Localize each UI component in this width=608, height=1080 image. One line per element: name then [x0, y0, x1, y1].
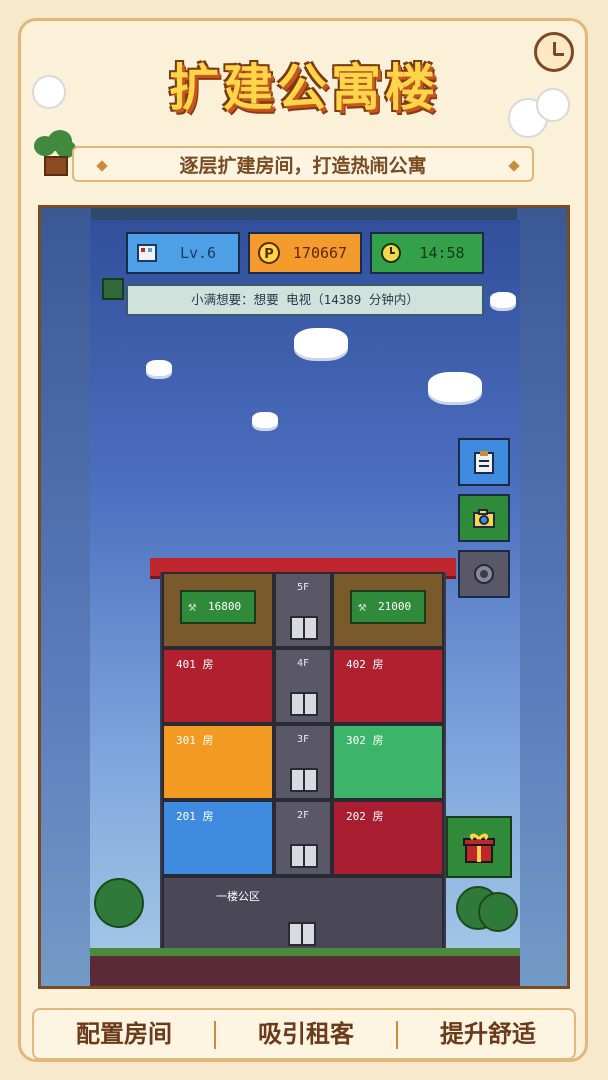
bubble-decoration: [536, 88, 570, 122]
cloud-decoration: [252, 412, 278, 428]
subtitle-banner: 逐层扩建房间，打造热闹公寓: [72, 146, 534, 182]
feature-bar: 配置房间 吸引租客 提升舒适: [32, 1008, 576, 1060]
construction-slot-right[interactable]: 21000: [332, 572, 444, 648]
room-label: 401 房: [176, 658, 214, 671]
gift-icon: [463, 833, 495, 863]
coin-icon: P: [258, 242, 280, 264]
ground: [90, 956, 520, 986]
feature-configure-rooms[interactable]: 配置房间: [34, 1010, 214, 1058]
room-301[interactable]: 301 房: [162, 724, 274, 800]
potted-plant-icon: [34, 130, 76, 178]
elevator-shaft: 5F: [274, 572, 332, 648]
room-202[interactable]: 202 房: [332, 800, 444, 876]
blurred-background: [517, 208, 567, 986]
room-label: 301 房: [176, 734, 214, 747]
room-label: 402 房: [346, 658, 384, 671]
clock-icon: [381, 243, 401, 263]
room-label: 201 房: [176, 810, 214, 823]
settings-icon: [474, 564, 494, 584]
clock-icon[interactable]: [534, 32, 574, 72]
game-view: Lv.6 P 170667 14:58 小满想要：想要 电视（14389 分钟内…: [90, 220, 520, 986]
game-screenshot: Lv.6 P 170667 14:58 小满想要：想要 电视（14389 分钟内…: [38, 205, 570, 989]
room-201[interactable]: 201 房: [162, 800, 274, 876]
room-401[interactable]: 401 房: [162, 648, 274, 724]
time-value: 14:58: [419, 244, 465, 262]
feature-attract-tenants[interactable]: 吸引租客: [216, 1010, 396, 1058]
elevator-shaft: 4F: [274, 648, 332, 724]
tree-decoration: [478, 892, 518, 932]
elevator-shaft: 3F: [274, 724, 332, 800]
level-display[interactable]: Lv.6: [126, 232, 240, 274]
tree-decoration: [94, 878, 144, 928]
cloud-decoration: [490, 292, 516, 308]
diamond-icon: [96, 160, 108, 172]
building-icon: [137, 244, 157, 262]
feature-improve-comfort[interactable]: 提升舒适: [398, 1010, 578, 1058]
floor-label: 4F: [296, 658, 310, 669]
cloud-decoration: [146, 360, 172, 376]
room-label: 302 房: [346, 734, 384, 747]
construction-slot-left[interactable]: 16800: [162, 572, 274, 648]
cloud-decoration: [428, 372, 482, 402]
task-list-button[interactable]: [458, 438, 510, 486]
elevator-door[interactable]: [290, 616, 318, 640]
elevator-door[interactable]: [290, 844, 318, 868]
floor-label: 2F: [296, 810, 310, 821]
tenant-wish-banner[interactable]: 小满想要：想要 电视（14389 分钟内）: [126, 284, 484, 316]
floor-label: 5F: [296, 582, 310, 593]
camera-button[interactable]: [458, 494, 510, 542]
room-label: 202 房: [346, 810, 384, 823]
level-value: Lv.6: [179, 244, 217, 262]
cloud-decoration: [294, 328, 348, 358]
elevator-door[interactable]: [288, 922, 316, 946]
gift-button[interactable]: [446, 816, 512, 878]
bubble-decoration: [32, 75, 66, 109]
build-button[interactable]: 16800: [180, 590, 256, 624]
elevator-shaft: 2F: [274, 800, 332, 876]
lobby-label: 一楼公区: [216, 890, 260, 903]
elevator-shaft: [274, 876, 332, 952]
subtitle-text: 逐层扩建房间，打造热闹公寓: [179, 155, 427, 177]
diamond-icon: [508, 160, 520, 172]
room-302[interactable]: 302 房: [332, 724, 444, 800]
elevator-door[interactable]: [290, 692, 318, 716]
tenant-avatar[interactable]: [102, 278, 124, 300]
apartment-building: 16800 5F 21000 401 房 4F 402 房 301: [160, 572, 446, 966]
room-402[interactable]: 402 房: [332, 648, 444, 724]
time-display[interactable]: 14:58: [370, 232, 484, 274]
coin-display[interactable]: P 170667: [248, 232, 362, 274]
build-button[interactable]: 21000: [350, 590, 426, 624]
camera-icon: [473, 509, 495, 528]
elevator-door[interactable]: [290, 768, 318, 792]
coin-value: 170667: [292, 244, 348, 262]
clipboard-icon: [474, 451, 494, 474]
blurred-background: [41, 208, 91, 986]
floor-label: 3F: [296, 734, 310, 745]
svg-text:P: P: [264, 247, 274, 262]
settings-button[interactable]: [458, 550, 510, 598]
